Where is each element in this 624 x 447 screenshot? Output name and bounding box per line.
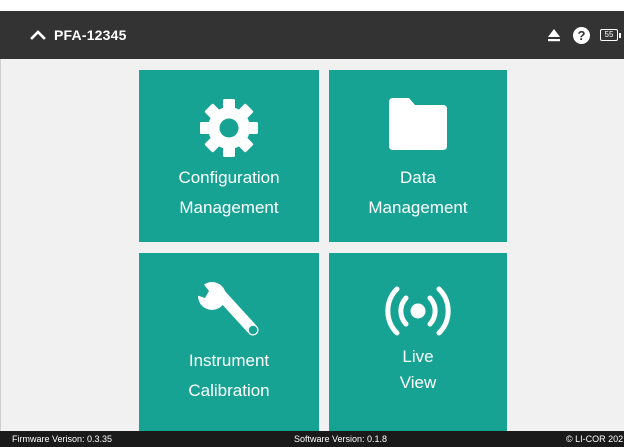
broadcast-icon	[385, 286, 451, 336]
device-name: PFA-12345	[54, 27, 127, 43]
live-view-tile[interactable]: Live View	[329, 253, 507, 443]
instrument-calibration-tile[interactable]: Instrument Calibration	[139, 253, 319, 443]
gear-icon	[200, 99, 258, 157]
configuration-management-tile[interactable]: Configuration Management	[139, 70, 319, 242]
app-frame: PFA-12345 ? 55 Configuration Management …	[0, 0, 624, 447]
tile-label-line1: Configuration	[178, 168, 280, 187]
eject-icon[interactable]	[547, 28, 561, 42]
battery-icon: 55	[600, 29, 621, 41]
chevron-up-icon	[30, 30, 46, 40]
status-area: ? 55	[547, 25, 621, 45]
software-version: Software Version: 0.1.8	[294, 434, 388, 444]
folder-icon	[389, 98, 447, 150]
copyright: © LI-COR 202	[566, 434, 624, 444]
tile-label-line2: Management	[179, 198, 279, 217]
tile-label-line2: View	[399, 373, 437, 392]
battery-level: 55	[604, 30, 614, 39]
tile-label-line1: Live	[402, 347, 434, 366]
top-bar: PFA-12345 ? 55	[0, 11, 624, 59]
tile-label-line2: Management	[368, 198, 468, 217]
tile-label-line1: Data	[400, 168, 436, 187]
data-management-tile[interactable]: Data Management	[329, 70, 507, 242]
wrench-icon	[196, 282, 259, 336]
status-footer: Firmware Verison: 0.3.35 Software Versio…	[0, 431, 624, 447]
main-menu: Configuration Management Data Management…	[0, 59, 624, 443]
help-icon[interactable]: ?	[573, 26, 590, 44]
tile-label-line1: Instrument	[188, 351, 270, 370]
firmware-version: Firmware Verison: 0.3.35	[12, 434, 113, 444]
tile-label-line2: Calibration	[188, 381, 270, 400]
device-selector[interactable]: PFA-12345	[30, 25, 127, 45]
